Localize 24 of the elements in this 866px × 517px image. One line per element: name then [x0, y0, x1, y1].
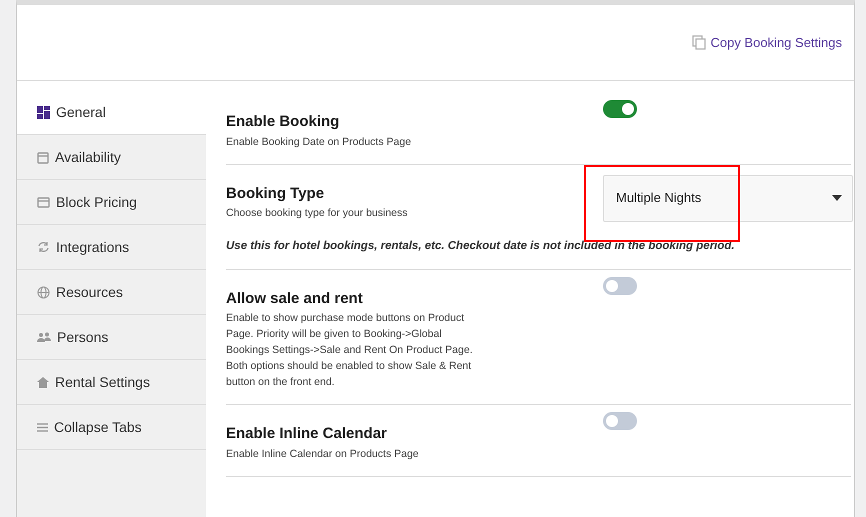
- calendar-icon: [37, 150, 49, 164]
- setting-title: Enable Inline Calendar: [226, 424, 388, 444]
- copy-icon: [692, 35, 706, 50]
- setting-description: Enable to show purchase mode buttons on Product Page. Priority will be given to Booking->Global Bookings Settings->Sale and Rent On Product Page. Both options should be enabled to show Sale & Rent button on the front end.: [226, 311, 474, 390]
- setting-description: Choose booking type for your business: [226, 206, 409, 221]
- lines-icon: [37, 422, 48, 432]
- setting-title: Allow sale and rent: [226, 288, 364, 309]
- booking-type-select[interactable]: Multiple Nights: [603, 174, 853, 222]
- sync-icon: [37, 241, 50, 253]
- setting-title: Booking Type: [226, 184, 326, 204]
- caret-icon: [832, 195, 842, 201]
- grid-icon: [37, 106, 50, 118]
- setting-description: Enable Booking Date on Products Page: [226, 134, 412, 150]
- card-icon: [37, 196, 50, 208]
- people-icon: [37, 332, 51, 342]
- sidebar-item[interactable]: General: [17, 90, 206, 135]
- toggle-switch[interactable]: [603, 412, 637, 430]
- home-icon: [37, 376, 49, 388]
- toggle-switch[interactable]: [603, 276, 637, 295]
- toggle-switch[interactable]: [603, 100, 637, 118]
- setting-title: Enable Booking: [226, 112, 340, 132]
- copy-settings-link[interactable]: Copy Booking Settings: [692, 32, 842, 52]
- globe-icon: [37, 286, 50, 298]
- setting-description: Enable Inline Calendar on Products Page: [226, 446, 420, 462]
